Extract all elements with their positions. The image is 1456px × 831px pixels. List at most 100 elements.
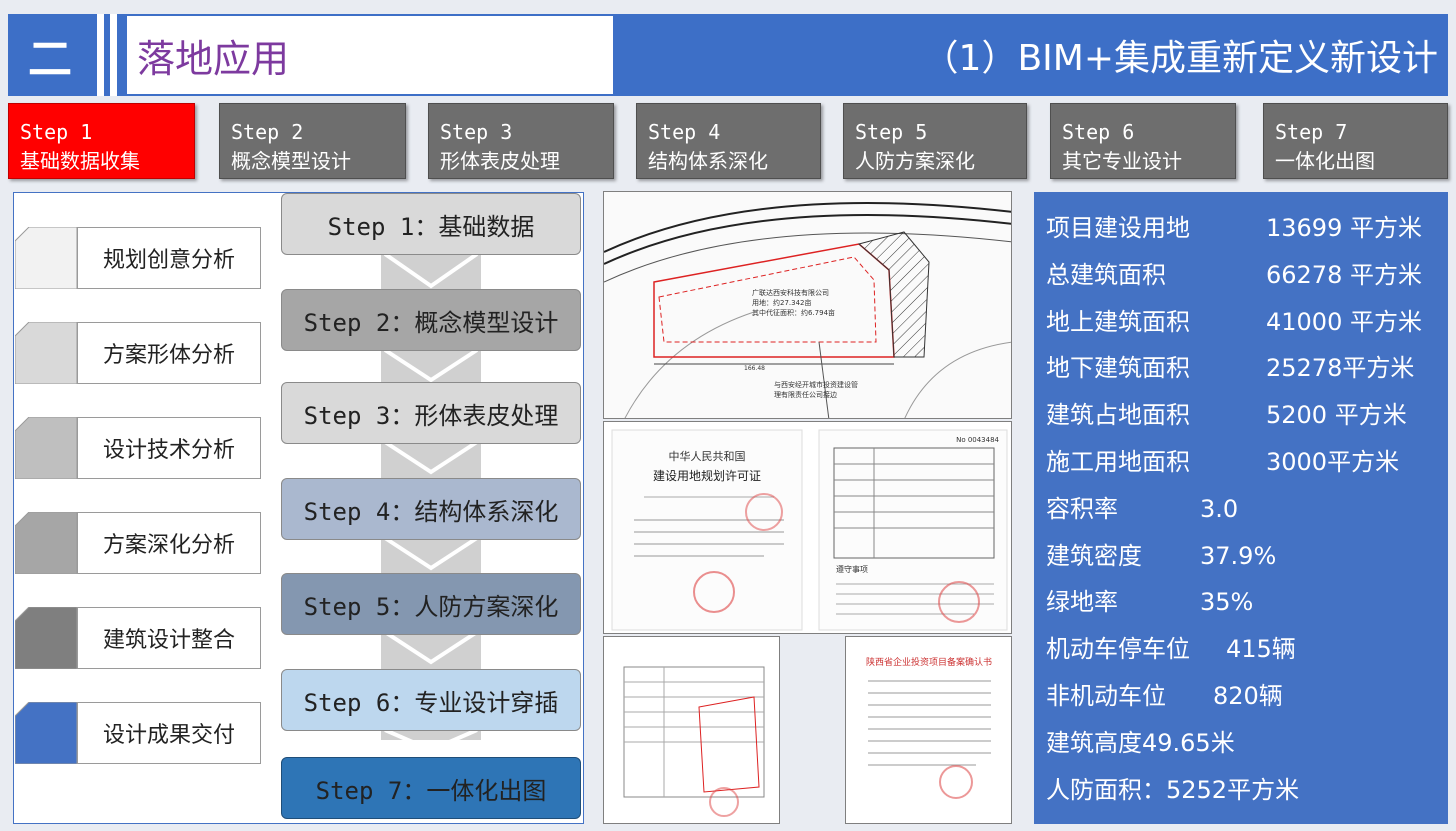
site-label: 与西安经开城市投资建设管 [774, 380, 858, 389]
step-tab-number: Step 3 [440, 120, 513, 144]
info-row: 绿地率 35% [1046, 585, 1253, 619]
info-row: 地下建筑面积 25278平方米 [1046, 351, 1414, 385]
info-row: 总建筑面积 66278 平方米 [1046, 258, 1422, 292]
info-row: 非机动车位 820辆 [1046, 679, 1283, 713]
analysis-item: 方案形体分析 [15, 322, 261, 384]
flow-step-1: Step 1： 基础数据 [281, 193, 581, 255]
step-tab-5[interactable]: Step 5 人防方案深化 [843, 103, 1027, 179]
step-tab-number: Step 1 [20, 120, 93, 144]
step-tab-label: 人防方案深化 [855, 149, 975, 173]
step-tab-label: 概念模型设计 [231, 149, 351, 173]
info-row: 人防面积：5252平方米 [1046, 773, 1299, 807]
analysis-item: 规划创意分析 [15, 227, 261, 289]
step-tab-number: Step 2 [231, 120, 304, 144]
info-value: 3000平方米 [1266, 448, 1400, 476]
flow-step-6: Step 6： 专业设计穿插 [281, 669, 581, 731]
step-tab-7[interactable]: Step 7 一体化出图 [1263, 103, 1448, 179]
planning-permit-image: 中华人民共和国 建设用地规划许可证 No 0043484 遵守事项 [603, 421, 1012, 634]
step-tab-label: 基础数据收集 [20, 149, 140, 173]
site-plan-drawing: 166.48 广联达西安科技有限公司 用地：约27.342亩 其中代征面积：约6… [604, 192, 1011, 418]
step-tab-2[interactable]: Step 2 概念模型设计 [219, 103, 406, 179]
page-subtitle: （1）BIM+集成重新定义新设计 [922, 38, 1438, 79]
analysis-label: 规划创意分析 [77, 227, 261, 289]
flow-step-4: Step 4： 结构体系深化 [281, 478, 581, 540]
page-title: 落地应用 [127, 16, 613, 94]
site-plan-image: 166.48 广联达西安科技有限公司 用地：约27.342亩 其中代征面积：约6… [603, 191, 1012, 419]
flow-step-label: 结构体系深化 [414, 497, 559, 526]
info-label: 施工用地面积 [1046, 448, 1190, 476]
flow-step-num: Step 5： [303, 592, 415, 621]
info-row: 容积率 3.0 [1046, 492, 1238, 526]
info-label: 机动车停车位 [1046, 635, 1190, 663]
analysis-tab-shape [15, 417, 77, 479]
info-label: 建筑占地面积 [1046, 401, 1190, 429]
header-divider [97, 14, 104, 96]
permit-notes-head: 遵守事项 [836, 564, 868, 574]
permit-doc-no: No 0043484 [956, 436, 999, 444]
info-row: 施工用地面积 3000平方米 [1046, 445, 1399, 479]
analysis-label: 设计技术分析 [77, 417, 261, 479]
filing-certificate-image: 陕西省企业投资项目备案确认书 [845, 636, 1012, 824]
flow-step-label: 一体化出图 [426, 776, 547, 805]
step-tab-3[interactable]: Step 3 形体表皮处理 [428, 103, 614, 179]
analysis-tab-shape [15, 702, 77, 764]
info-value: 35% [1200, 588, 1254, 616]
site-label: 其中代征面积：约6.794亩 [752, 308, 835, 317]
step-tab-6[interactable]: Step 6 其它专业设计 [1050, 103, 1236, 179]
info-row: 地上建筑面积 41000 平方米 [1046, 305, 1422, 339]
step-tab-number: Step 6 [1062, 120, 1135, 144]
analysis-tab-shape [15, 607, 77, 669]
info-value: 66278 平方米 [1266, 261, 1422, 289]
permit-document: 中华人民共和国 建设用地规划许可证 No 0043484 遵守事项 [604, 422, 1011, 633]
info-label: 项目建设用地 [1046, 214, 1190, 242]
analysis-item: 建筑设计整合 [15, 607, 261, 669]
info-value: 41000 平方米 [1266, 308, 1422, 336]
site-label: 广联达西安科技有限公司 [752, 288, 829, 297]
info-row: 建筑高度49.65米 [1046, 726, 1235, 760]
permit-nation: 中华人民共和国 [669, 449, 746, 463]
filing-document: 陕西省企业投资项目备案确认书 [846, 637, 1011, 823]
flow-step-label: 形体表皮处理 [414, 401, 559, 430]
step-tab-label: 其它专业设计 [1062, 149, 1182, 173]
site-label: 用地：约27.342亩 [752, 298, 812, 307]
flow-step-2: Step 2： 概念模型设计 [281, 289, 581, 351]
step-tab-label: 形体表皮处理 [440, 149, 560, 173]
flow-step-num: Step 1： [327, 212, 439, 241]
analysis-label: 设计成果交付 [77, 702, 261, 764]
info-row: 建筑占地面积 5200 平方米 [1046, 398, 1407, 432]
info-label: 非机动车位 [1046, 682, 1166, 710]
analysis-item: 方案深化分析 [15, 512, 261, 574]
analysis-label: 方案形体分析 [77, 322, 261, 384]
flow-step-label: 基础数据 [438, 212, 535, 241]
info-value: 3.0 [1200, 495, 1239, 523]
step-tab-4[interactable]: Step 4 结构体系深化 [636, 103, 821, 179]
flow-step-label: 专业设计穿插 [414, 688, 559, 717]
site-dim: 166.48 [744, 365, 765, 372]
step-tab-number: Step 7 [1275, 120, 1348, 144]
analysis-tab-shape [15, 227, 77, 289]
info-value: 13699 平方米 [1266, 214, 1422, 242]
filing-title: 陕西省企业投资项目备案确认书 [866, 656, 992, 668]
flow-step-label: 概念模型设计 [414, 308, 559, 337]
header-divider [110, 14, 117, 96]
analysis-label: 建筑设计整合 [77, 607, 261, 669]
flow-step-num: Step 2： [303, 308, 415, 337]
step-tab-1[interactable]: Step 1 基础数据收集 [8, 103, 195, 179]
land-table-document [604, 637, 779, 823]
analysis-tab-shape [15, 512, 77, 574]
analysis-item: 设计成果交付 [15, 702, 261, 764]
flow-step-3: Step 3： 形体表皮处理 [281, 382, 581, 444]
flow-step-5: Step 5： 人防方案深化 [281, 573, 581, 635]
info-label: 地下建筑面积 [1046, 354, 1190, 382]
flow-step-num: Step 6： [303, 688, 415, 717]
step-tab-number: Step 5 [855, 120, 928, 144]
flow-step-7: Step 7： 一体化出图 [281, 757, 581, 819]
info-value: 5200 平方米 [1266, 401, 1407, 429]
info-label: 总建筑面积 [1046, 261, 1166, 289]
analysis-label: 方案深化分析 [77, 512, 261, 574]
flow-step-num: Step 4： [303, 497, 415, 526]
flow-step-num: Step 7： [315, 776, 427, 805]
permit-title: 建设用地规划许可证 [653, 468, 761, 483]
info-row: 机动车停车位 415辆 [1046, 632, 1296, 666]
info-row: 项目建设用地 13699 平方米 [1046, 211, 1422, 245]
